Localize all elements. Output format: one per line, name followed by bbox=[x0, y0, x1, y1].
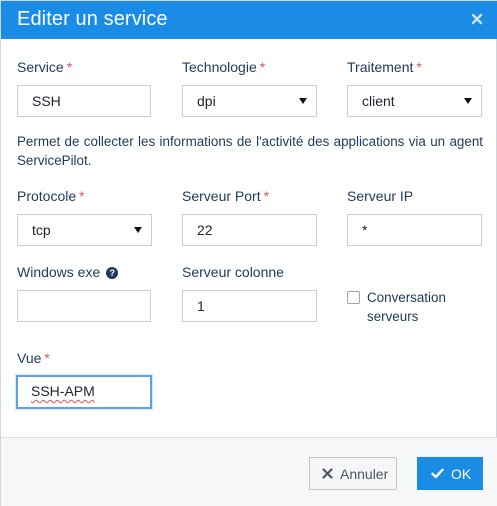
dialog-title: Editer un service bbox=[17, 8, 168, 30]
service-input[interactable]: SSH bbox=[17, 85, 151, 117]
technologie-selected-value: dpi bbox=[197, 93, 216, 109]
serveur-port-label: Serveur Port * bbox=[182, 188, 270, 204]
technologie-select[interactable]: dpi bbox=[182, 85, 317, 117]
serveur-colonne-input[interactable]: 1 bbox=[182, 290, 317, 322]
edit-service-dialog: Editer un service Service * SSH Technolog… bbox=[0, 0, 497, 506]
traitement-select[interactable]: client bbox=[347, 85, 482, 117]
required-mark: * bbox=[44, 350, 50, 366]
required-mark: * bbox=[259, 59, 266, 75]
cancel-button-label: Annuler bbox=[340, 466, 389, 482]
dropdown-arrow-icon bbox=[134, 227, 142, 233]
close-icon[interactable] bbox=[470, 12, 484, 26]
conversation-serveurs-label[interactable]: Conversation serveurs bbox=[367, 288, 477, 326]
required-mark: * bbox=[66, 59, 73, 75]
vue-input[interactable]: SSH-APM bbox=[16, 375, 152, 409]
required-mark: * bbox=[79, 188, 85, 204]
required-mark: * bbox=[416, 59, 422, 75]
technologie-label: Technologie * bbox=[182, 59, 266, 75]
protocole-label: Protocole * bbox=[17, 188, 85, 204]
windows-exe-label: Windows exe? bbox=[17, 264, 119, 280]
serveur-ip-label: Serveur IP bbox=[347, 188, 414, 204]
service-description: Permet de collecter les informations de … bbox=[17, 134, 483, 168]
vue-input-value: SSH-APM bbox=[31, 383, 95, 399]
required-mark: * bbox=[263, 188, 270, 204]
traitement-label: Traitement * bbox=[347, 59, 422, 75]
dialog-footer: Annuler OK bbox=[1, 437, 497, 506]
question-circle-icon[interactable]: ? bbox=[106, 267, 119, 279]
check-icon bbox=[431, 468, 444, 479]
dropdown-arrow-icon bbox=[464, 98, 472, 104]
cancel-button[interactable]: Annuler bbox=[309, 457, 397, 490]
windows-exe-input[interactable] bbox=[17, 290, 151, 322]
serveur-ip-input[interactable]: * bbox=[347, 214, 482, 246]
vue-label: Vue * bbox=[17, 350, 50, 366]
protocole-select[interactable]: tcp bbox=[17, 214, 152, 246]
serveur-colonne-label: Serveur colonne bbox=[182, 264, 284, 280]
close-icon bbox=[322, 468, 333, 479]
conversation-serveurs-checkbox[interactable] bbox=[347, 291, 360, 304]
dialog-header: Editer un service bbox=[1, 1, 497, 39]
service-label: Service * bbox=[17, 59, 73, 75]
protocole-selected-value: tcp bbox=[32, 222, 51, 238]
ok-button[interactable]: OK bbox=[417, 457, 483, 490]
traitement-selected-value: client bbox=[362, 93, 395, 109]
serveur-port-input[interactable]: 22 bbox=[182, 214, 317, 246]
ok-button-label: OK bbox=[451, 466, 472, 482]
dropdown-arrow-icon bbox=[299, 98, 307, 104]
